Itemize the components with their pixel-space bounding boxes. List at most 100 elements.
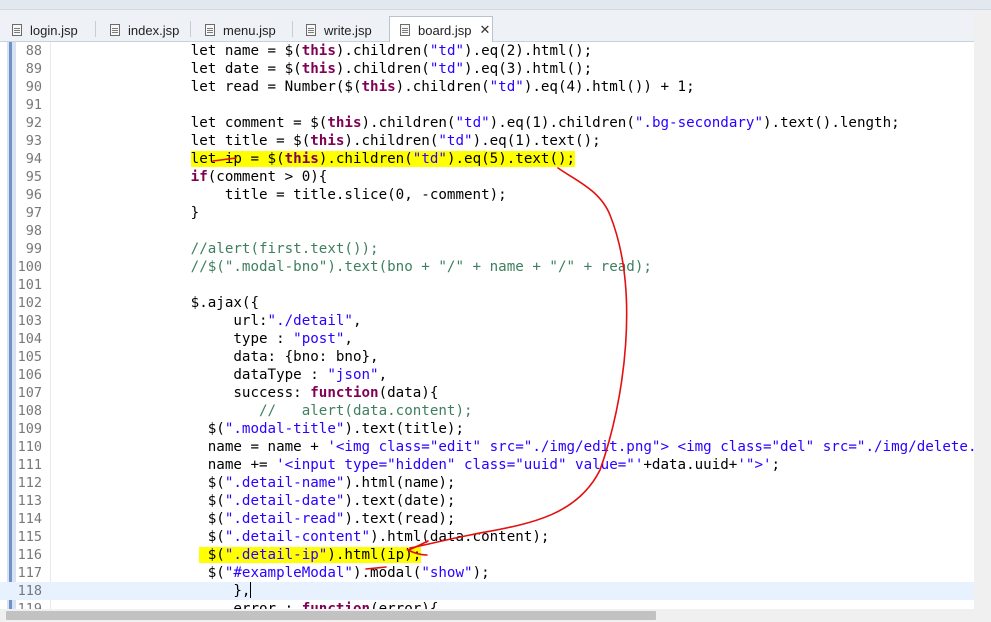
code-text: if(comment > 0){ (54, 168, 328, 186)
code-line[interactable]: 99 //alert(first.text()); (0, 240, 991, 258)
code-token: $( (54, 511, 225, 527)
tab-menu-jsp[interactable]: menu.jsp (195, 18, 290, 42)
code-token: , (352, 313, 362, 329)
code-line[interactable]: 107 success: function(data){ (0, 384, 991, 402)
code-line[interactable]: 111 name += '<input type="hidden" class=… (0, 456, 991, 474)
line-number: 103 (17, 313, 42, 329)
code-line[interactable]: 100 //$(".modal-bno").text(bno + "/" + n… (0, 258, 991, 276)
code-text: $(".modal-title").text(title); (54, 420, 464, 438)
editor-tab-bar: login.jsp index.jsp menu.jsp write.jsp b… (0, 0, 991, 43)
code-line[interactable]: 116 $(".detail-ip").html(ip); (0, 546, 991, 564)
code-text: // alert(data.content); (54, 402, 473, 420)
code-token: url: (54, 313, 268, 329)
code-token: ).eq(5).text(); (446, 151, 576, 167)
code-token: +data.uuid+ (643, 457, 738, 473)
line-number: 102 (17, 295, 42, 311)
code-line[interactable]: 115 $(".detail-content").html(data.conte… (0, 528, 991, 546)
code-line[interactable]: 112 $(".detail-name").html(name); (0, 474, 991, 492)
tab-label: login.jsp (30, 22, 78, 38)
code-line[interactable]: 96 title = title.slice(0, -comment); (0, 186, 991, 204)
code-token: ).text(read); (344, 511, 456, 527)
tab-separator (95, 21, 96, 37)
line-number: 104 (17, 331, 42, 347)
tab-board-jsp[interactable]: board.jsp ✕ (389, 16, 493, 43)
code-token: "show" (421, 565, 473, 581)
tab-write-jsp[interactable]: write.jsp (296, 18, 388, 42)
code-token: ).eq(2).html(); (464, 43, 593, 59)
code-line[interactable]: 105 data: {bno: bno}, (0, 348, 991, 366)
line-number: 100 (17, 259, 42, 275)
code-token: success: (54, 385, 311, 401)
code-line[interactable]: 93 let title = $(this).children("td").eq… (0, 132, 991, 150)
line-number: 97 (25, 205, 42, 221)
horizontal-scrollbar-thumb[interactable] (6, 611, 656, 620)
line-number: 118 (17, 583, 42, 599)
code-token: "./detail" (267, 313, 353, 329)
code-token: let name = $( (54, 43, 302, 59)
jsp-file-icon (306, 24, 316, 36)
code-line[interactable]: 95 if(comment > 0){ (0, 168, 991, 186)
code-token: ).children( (318, 151, 413, 167)
code-line[interactable]: 108 // alert(data.content); (0, 402, 991, 420)
code-token: ).children( (361, 115, 456, 131)
code-line[interactable]: 117 $("#exampleModal").modal("show"); (0, 564, 991, 582)
code-line[interactable]: 94 let ip = $(this).children("td").eq(5)… (0, 150, 991, 168)
code-line[interactable]: 106 dataType : "json", (0, 366, 991, 384)
code-line[interactable]: 110 name = name + '<img class="edit" src… (0, 438, 991, 456)
vertical-scrollbar[interactable] (974, 10, 991, 610)
code-line[interactable]: 102 $.ajax({ (0, 294, 991, 312)
code-token: let comment = $( (54, 115, 328, 131)
line-number: 114 (17, 511, 42, 527)
code-line[interactable]: 101 (0, 276, 991, 294)
code-text: title = title.slice(0, -comment); (54, 186, 507, 204)
code-line[interactable]: 97 } (0, 204, 991, 222)
code-text: let name = $(this).children("td").eq(2).… (54, 42, 593, 60)
code-line[interactable]: 91 (0, 96, 991, 114)
code-line[interactable]: 92 let comment = $(this).children("td").… (0, 114, 991, 132)
tab-index-jsp[interactable]: index.jsp (100, 18, 188, 42)
code-token: this (361, 79, 396, 95)
line-number: 90 (25, 79, 42, 95)
line-number: 92 (25, 115, 42, 131)
code-token: "td" (412, 151, 447, 167)
tab-login-jsp[interactable]: login.jsp (2, 18, 94, 42)
close-tab-icon[interactable]: ✕ (479, 22, 490, 38)
code-line[interactable]: 113 $(".detail-date").text(date); (0, 492, 991, 510)
code-text: dataType : "json", (54, 366, 387, 384)
line-number: 95 (25, 169, 42, 185)
line-number: 110 (17, 439, 42, 455)
code-line[interactable]: 103 url:"./detail", (0, 312, 991, 330)
code-line[interactable]: 98 (0, 222, 991, 240)
code-token: function (310, 385, 379, 401)
code-token: ".detail-content" (224, 529, 371, 545)
code-line[interactable]: 114 $(".detail-read").text(read); (0, 510, 991, 528)
code-token: this (284, 151, 319, 167)
code-line[interactable]: 104 type : "post", (0, 330, 991, 348)
code-line[interactable]: 90 let read = Number($(this).children("t… (0, 78, 991, 96)
code-token: ).text().length; (763, 115, 900, 131)
horizontal-scrollbar[interactable] (0, 609, 991, 622)
code-token: '<img class="edit" src="./img/edit.png">… (327, 439, 991, 455)
code-text: $(".detail-read").text(read); (54, 510, 456, 528)
code-editor[interactable]: 88 let name = $(this).children("td").eq(… (0, 42, 991, 610)
code-token: ).html(name); (344, 475, 456, 491)
code-token: } (54, 205, 200, 221)
code-text: //alert(first.text()); (54, 240, 379, 258)
code-line[interactable]: 109 $(".modal-title").text(title); (0, 420, 991, 438)
code-token: "td" (489, 79, 524, 95)
code-token: //alert(first.text()); (190, 241, 379, 257)
code-line[interactable]: 118 }, (0, 582, 991, 600)
code-text: data: {bno: bno}, (54, 348, 378, 366)
code-token: $( (54, 493, 225, 509)
code-line[interactable]: 88 let name = $(this).children("td").eq(… (0, 42, 991, 60)
code-token: ).html(ip); (327, 547, 422, 563)
code-text: } (54, 204, 200, 222)
code-line[interactable]: 89 let date = $(this).children("td").eq(… (0, 60, 991, 78)
code-token: this (301, 61, 336, 77)
code-token: "td" (438, 133, 473, 149)
code-token: "td" (429, 43, 465, 59)
tab-separator (190, 21, 191, 37)
code-token: "td" (455, 115, 490, 131)
